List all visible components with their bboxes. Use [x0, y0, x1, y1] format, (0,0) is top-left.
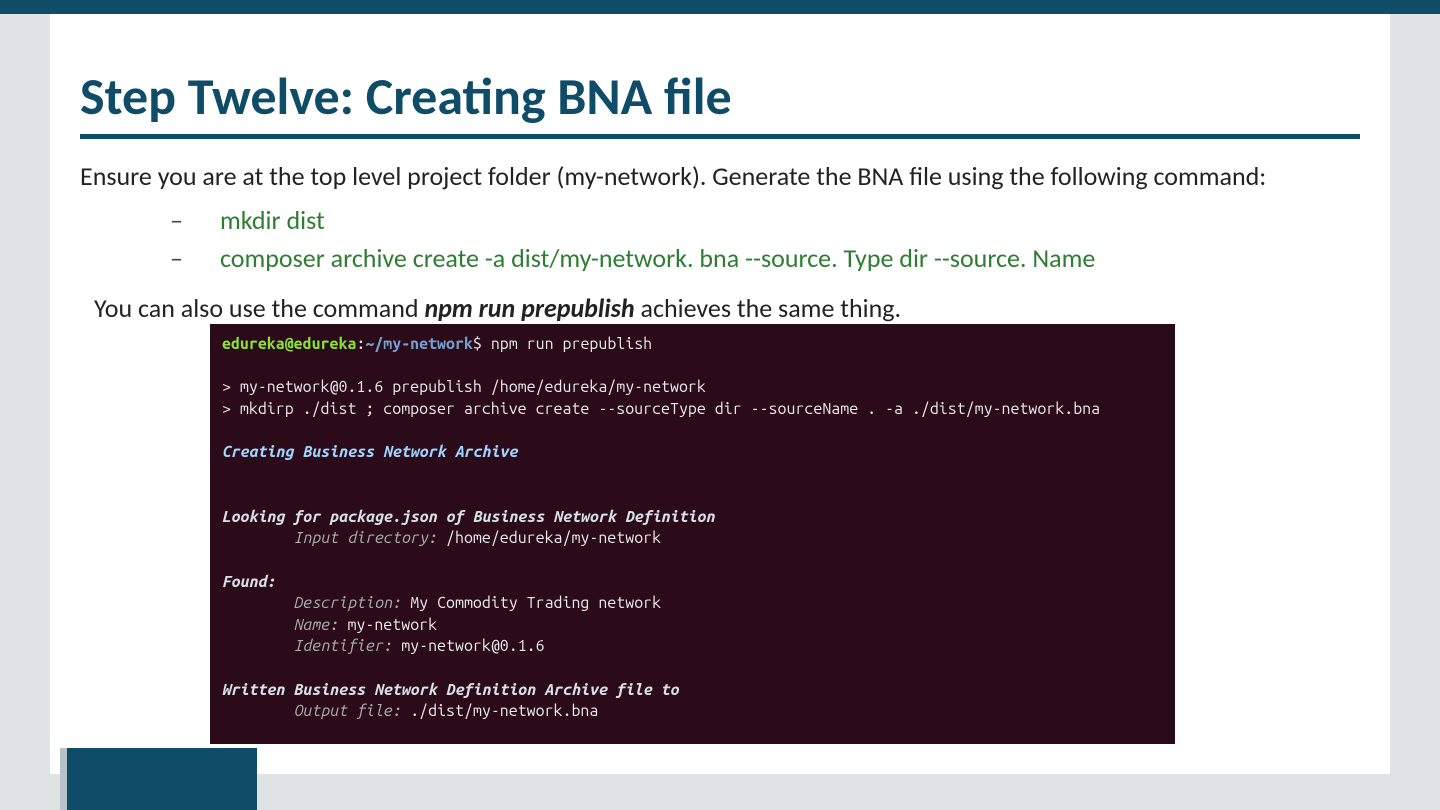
term-label: Name:: [294, 616, 339, 634]
note-post: achieves the same thing.: [635, 292, 901, 324]
term-label: Input directory:: [294, 529, 437, 547]
term-header: Creating Business Network Archive: [222, 443, 518, 461]
bullet-item: – mkdir dist: [170, 204, 1095, 236]
content-card: Step Twelve: Creating BNA file Ensure yo…: [50, 14, 1390, 774]
command-bullets: – mkdir dist – composer archive create -…: [170, 204, 1095, 280]
bullet-command: mkdir dist: [220, 204, 325, 236]
term-value: ./dist/my-network.bna: [410, 702, 598, 720]
slide-top-bar: [0, 0, 1440, 14]
note-text: You can also use the command npm run pre…: [94, 292, 901, 324]
term-header: Looking for package.json of Business Net…: [222, 508, 715, 526]
term-value: /home/edureka/my-network: [446, 529, 661, 547]
bullet-dash: –: [170, 242, 190, 274]
term-path: ~/my-network: [365, 335, 473, 353]
slide-heading: Step Twelve: Creating BNA file: [80, 64, 732, 128]
term-value: my-network: [347, 616, 437, 634]
term-user: edureka@edureka: [222, 335, 356, 353]
term-line: > mkdirp ./dist ; composer archive creat…: [222, 400, 1100, 418]
term-value: My Commodity Trading network: [410, 594, 661, 612]
note-pre: You can also use the command: [94, 292, 424, 324]
bullet-item: – composer archive create -a dist/my-net…: [170, 242, 1095, 274]
term-line: > my-network@0.1.6 prepublish /home/edur…: [222, 378, 706, 396]
term-label: Identifier:: [294, 637, 393, 655]
term-value: my-network@0.1.6: [401, 637, 544, 655]
footer-badge: [67, 748, 257, 810]
heading-rule: [80, 134, 1360, 139]
term-cmd: npm run prepublish: [491, 335, 652, 353]
intro-text: Ensure you are at the top level project …: [80, 160, 1266, 192]
bullet-command: composer archive create -a dist/my-netwo…: [220, 242, 1095, 274]
terminal-output: edureka@edureka:~/my-network$ npm run pr…: [210, 324, 1175, 744]
term-header: Written Business Network Definition Arch…: [222, 681, 679, 699]
slide: Step Twelve: Creating BNA file Ensure yo…: [0, 0, 1440, 810]
term-found: Found:: [222, 573, 276, 591]
term-dollar: $: [473, 335, 482, 353]
term-label: Description:: [294, 594, 402, 612]
note-bold: npm run prepublish: [424, 292, 634, 324]
bullet-dash: –: [170, 204, 190, 236]
term-label: Output file:: [294, 702, 402, 720]
